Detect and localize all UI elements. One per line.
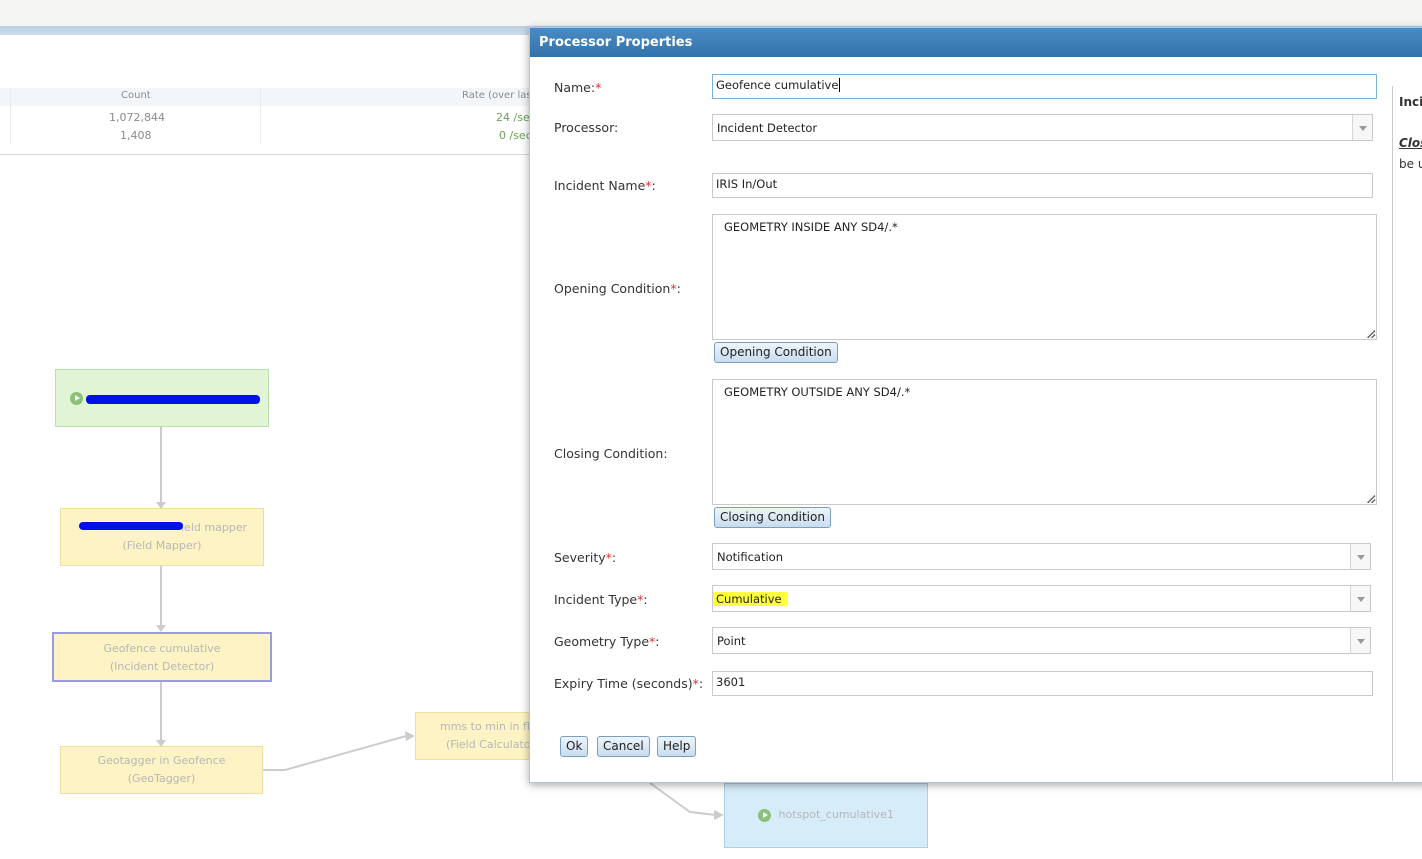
closing-condition-button[interactable]: Closing Condition (714, 507, 831, 528)
connector-arrow (714, 810, 724, 820)
node-title: hotspot_cumulative1 (778, 808, 894, 821)
node-title: Geofence cumulative (103, 642, 221, 655)
node-subtitle: (Field Calculator) (446, 738, 540, 751)
chevron-down-icon[interactable] (1350, 628, 1370, 653)
ok-button[interactable]: Ok (560, 736, 589, 757)
connector (649, 782, 717, 816)
node-field-calculator[interactable]: mms to min in flo (Field Calculator) (415, 712, 540, 760)
processor-label: Processor: (554, 120, 619, 135)
node-title: mms to min in flo (440, 720, 537, 733)
cancel-button[interactable]: Cancel (597, 736, 650, 757)
help-subtitle: Clos (1399, 136, 1422, 150)
node-subtitle: (Incident Detector) (109, 660, 215, 673)
chevron-down-icon[interactable] (1350, 586, 1370, 611)
opening-condition-textarea[interactable]: GEOMETRY INSIDE ANY SD4/.* (712, 214, 1377, 340)
play-icon (70, 392, 83, 405)
expiry-time-input[interactable]: 3601 (712, 671, 1373, 696)
closing-condition-label: Closing Condition: (554, 446, 668, 461)
help-text: be u (1399, 157, 1422, 171)
node-geofence-cumulative[interactable]: Geofence cumulative (Incident Detector) (52, 632, 272, 682)
help-button[interactable]: Help (657, 736, 697, 757)
dialog-title: Processor Properties (530, 28, 1422, 57)
resize-grip-icon[interactable] (1367, 495, 1375, 503)
incident-type-label: Incident Type*: (554, 592, 648, 607)
redaction-mark (79, 522, 183, 530)
name-label: Name:* (554, 80, 602, 95)
node-field-mapper[interactable]: ield mapper (Field Mapper) (60, 508, 264, 566)
severity-label: Severity*: (554, 550, 617, 565)
resize-grip-icon[interactable] (1367, 330, 1375, 338)
help-title: Inci (1399, 95, 1422, 109)
processor-properties-dialog: Processor Properties Name:* Geofence cum… (529, 27, 1422, 783)
connector-arrow (156, 625, 166, 632)
geometry-type-select[interactable]: Point (712, 627, 1371, 654)
play-icon (758, 808, 772, 822)
closing-condition-textarea[interactable]: GEOMETRY OUTSIDE ANY SD4/.* (712, 379, 1377, 505)
highlight-mark: Cumulative (713, 592, 788, 606)
incident-name-label: Incident Name*: (554, 178, 656, 193)
node-subtitle: (Field Mapper) (122, 539, 202, 552)
processor-select[interactable]: Incident Detector (712, 114, 1373, 141)
chevron-down-icon[interactable] (1350, 544, 1370, 569)
expiry-time-label: Expiry Time (seconds)*: (554, 676, 704, 691)
opening-condition-label: Opening Condition*: (554, 281, 681, 296)
node-title: Geotagger in Geofence (97, 754, 226, 767)
connector (263, 735, 407, 771)
severity-select[interactable]: Notification (712, 543, 1371, 570)
node-geotagger[interactable]: Geotagger in Geofence (GeoTagger) (60, 746, 263, 794)
geometry-type-label: Geometry Type*: (554, 634, 660, 649)
incident-type-select[interactable]: Cumulative (712, 585, 1371, 612)
incident-name-input[interactable]: IRIS In/Out (712, 173, 1373, 198)
opening-condition-button[interactable]: Opening Condition (714, 342, 838, 363)
node-subtitle: (GeoTagger) (127, 772, 196, 785)
node-output[interactable]: hotspot_cumulative1 (724, 783, 928, 848)
help-side-panel: Inci Clos be u (1392, 86, 1422, 781)
redaction-mark (86, 395, 260, 404)
chevron-down-icon[interactable] (1352, 115, 1372, 140)
connector-arrow (405, 731, 415, 741)
name-input[interactable]: Geofence cumulative (712, 74, 1377, 99)
